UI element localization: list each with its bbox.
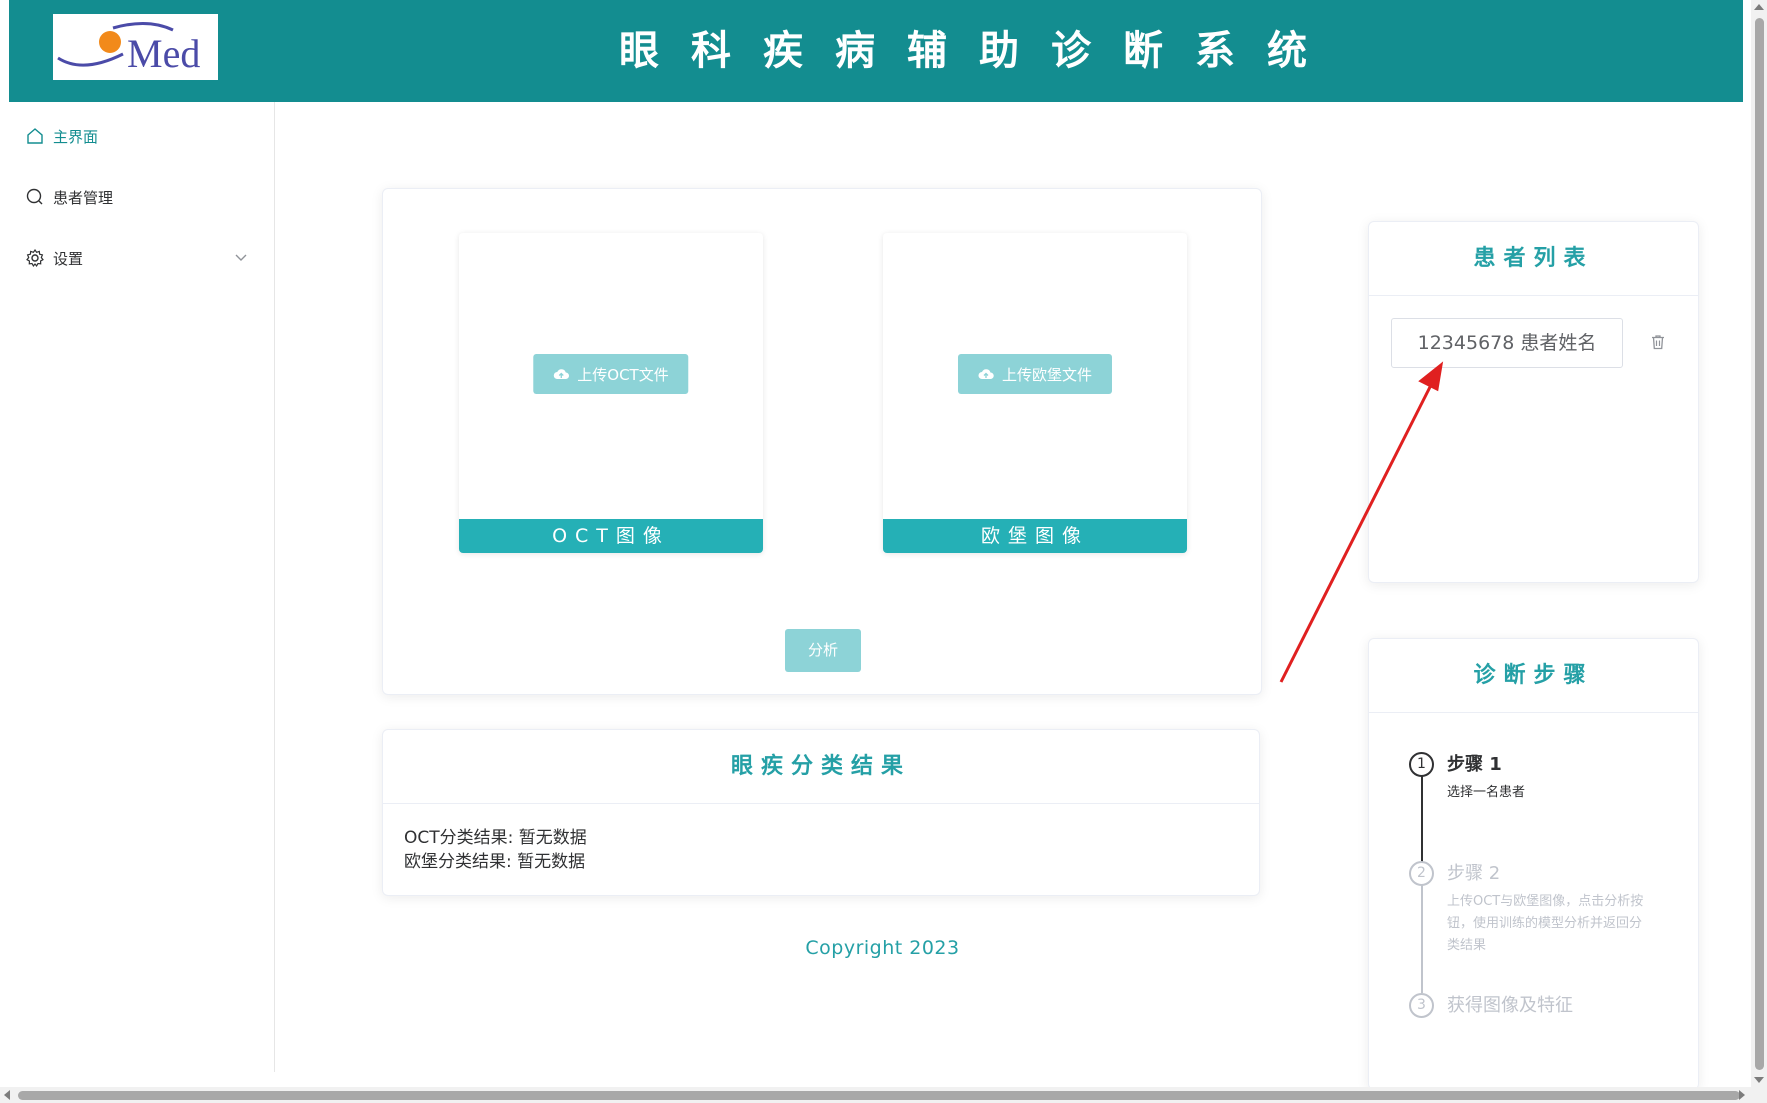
patient-list-card: 患者列表 12345678 患者姓名 [1368, 221, 1699, 583]
oct-image-box[interactable]: 上传OCT文件 OCT图像 [459, 233, 763, 553]
search-icon [25, 187, 45, 207]
classification-result-card: 眼疾分类结果 OCT分类结果: 暂无数据 欧堡分类结果: 暂无数据 [382, 729, 1260, 896]
scrollbar-thumb[interactable] [18, 1091, 1740, 1100]
chevron-down-icon[interactable] [234, 250, 248, 264]
analyze-button[interactable]: 分析 [785, 629, 861, 672]
sidebar-item-patients[interactable]: 患者管理 [9, 169, 274, 225]
result-title: 眼疾分类结果 [383, 730, 1259, 804]
upload-fundus-label: 上传欧堡文件 [1001, 365, 1093, 384]
step-title: 步骤 1 [1447, 754, 1502, 775]
step-description: 选择一名患者 [1447, 785, 1526, 800]
sidebar-item-home[interactable]: 主界面 [9, 108, 274, 164]
gear-icon [25, 248, 45, 268]
scroll-up-arrow-icon[interactable] [1754, 4, 1764, 10]
upload-fundus-button[interactable]: 上传欧堡文件 [957, 354, 1113, 394]
upload-card: 上传OCT文件 OCT图像 上传欧堡文件 欧堡图像 分析 [382, 188, 1262, 695]
horizontal-scrollbar[interactable] [0, 1087, 1767, 1103]
upload-oct-label: 上传OCT文件 [577, 365, 669, 384]
patient-list-title: 患者列表 [1369, 222, 1698, 296]
step-title: 获得图像及特征 [1447, 995, 1573, 1016]
sidebar-item-label: 设置 [53, 249, 84, 268]
sidebar-item-label: 主界面 [53, 127, 99, 146]
app-logo: Med [53, 14, 218, 80]
result-body: OCT分类结果: 暂无数据 欧堡分类结果: 暂无数据 [383, 804, 1259, 896]
fundus-image-box[interactable]: 上传欧堡文件 欧堡图像 [883, 233, 1187, 553]
app-title: 眼科疾病辅助诊断系统 [619, 28, 1339, 74]
scrollbar-thumb[interactable] [1755, 18, 1764, 1070]
fundus-image-caption: 欧堡图像 [883, 519, 1187, 553]
scroll-left-arrow-icon[interactable] [4, 1090, 10, 1100]
cloud-upload-icon [553, 367, 570, 381]
sidebar-item-settings[interactable]: 设置 [9, 230, 274, 286]
logo-text: Med [127, 31, 200, 76]
step-number: 3 [1409, 993, 1434, 1018]
fundus-result-text: 欧堡分类结果: 暂无数据 [404, 852, 586, 872]
sidebar: 主界面 患者管理 设置 [9, 102, 275, 1072]
app-header: Med 眼科疾病辅助诊断系统 [9, 0, 1743, 102]
oct-image-caption: OCT图像 [459, 519, 763, 553]
sidebar-item-label: 患者管理 [53, 188, 114, 207]
step-connector [1421, 876, 1423, 993]
step-number: 2 [1409, 861, 1434, 886]
trash-icon[interactable] [1649, 333, 1667, 351]
upload-oct-button[interactable]: 上传OCT文件 [533, 354, 689, 394]
step-connector [1421, 766, 1423, 864]
home-icon [25, 126, 45, 146]
scroll-down-arrow-icon[interactable] [1754, 1077, 1764, 1083]
scroll-right-arrow-icon[interactable] [1739, 1090, 1745, 1100]
patient-list-item[interactable]: 12345678 患者姓名 [1391, 318, 1623, 368]
oct-result-text: OCT分类结果: 暂无数据 [404, 828, 587, 848]
cloud-upload-icon [978, 367, 994, 381]
step-description: 上传OCT与欧堡图像，点击分析按钮，使用训练的模型分析并返回分类结果 [1447, 894, 1644, 953]
steps-title: 诊断步骤 [1369, 639, 1698, 713]
step-title: 步骤 2 [1447, 863, 1501, 884]
copyright: Copyright 2023 [805, 937, 960, 959]
step-number: 1 [1409, 752, 1434, 777]
diagnosis-steps-card: 诊断步骤 1 步骤 1 选择一名患者 2 步骤 2 上传OCT与欧堡图像，点击分… [1368, 638, 1699, 1090]
vertical-scrollbar[interactable] [1751, 0, 1767, 1087]
